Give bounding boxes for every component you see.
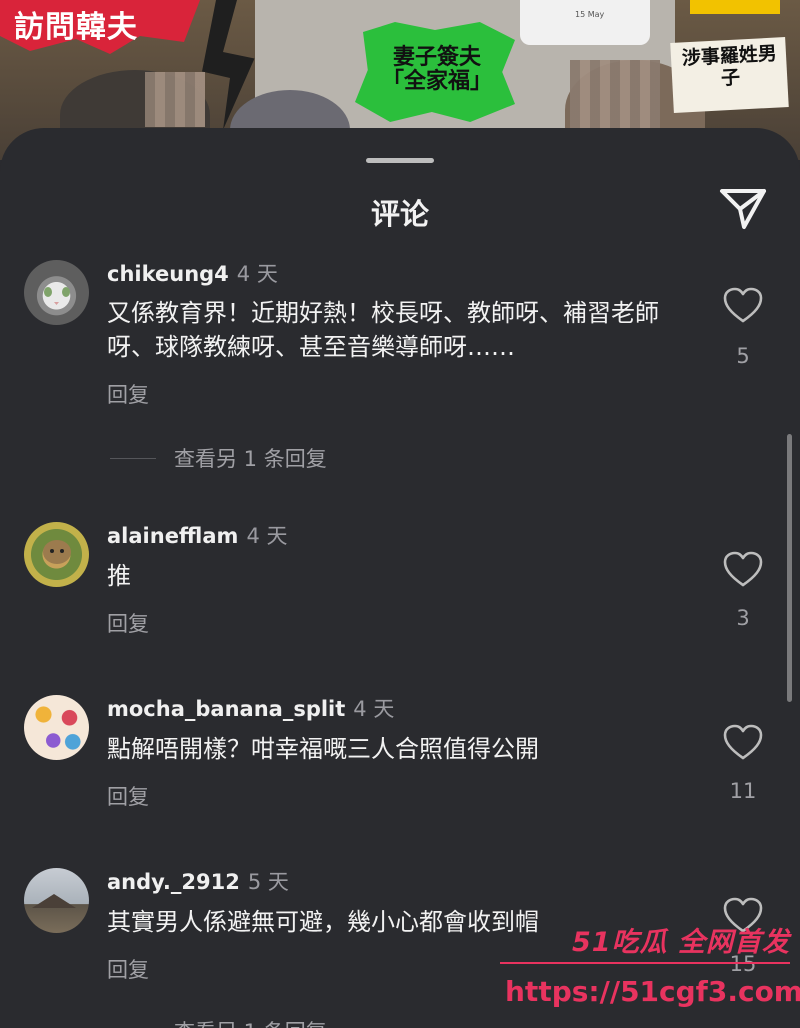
username[interactable]: alainefflam [107,524,238,548]
comment-time: 4 天 [236,262,278,286]
pixelated-face [145,72,205,127]
sheet-grabber[interactable] [366,158,434,163]
heart-icon[interactable] [722,723,764,763]
view-more-replies-label: 查看另 1 条回复 [174,1016,327,1028]
green-burst-text: 妻子簽夫「全家福」 [381,45,492,95]
watermark-line [500,962,790,964]
like-count: 3 [736,606,750,630]
comment-text: 又係教育界！近期好熱！校長呀、教師呀、補習老師呀、球隊教練呀、甚至音樂導師呀…… [107,299,659,361]
comment-meta: chikeung4 4 天 [107,260,278,288]
reply-button[interactable]: 回复 [107,608,149,638]
username[interactable]: mocha_banana_split [107,697,345,721]
view-more-replies[interactable]: 查看另 1 条回复 [110,443,327,473]
avatar[interactable] [24,868,89,933]
like-count: 11 [729,779,757,803]
scrollbar[interactable] [787,434,792,702]
comment-time: 5 天 [247,870,289,894]
comment-time: 4 天 [246,524,288,548]
red-poster-text: 訪問韓夫 [14,10,138,45]
watermark-brand: 51吃瓜 全网首发 [572,927,790,958]
phone-card-text: 15 May [575,10,605,19]
reply-button[interactable]: 回复 [107,781,149,811]
avatar[interactable] [24,695,89,760]
view-more-replies-label: 查看另 1 条回复 [174,447,327,471]
sheet-title: 评论 [370,197,429,231]
reply-button[interactable]: 回复 [107,954,149,984]
phone-card [520,0,650,45]
like-count: 5 [736,344,750,368]
avatar[interactable] [24,260,89,325]
pixelated-face [570,60,660,130]
comment-meta: alainefflam 4 天 [107,522,287,550]
comment-text: 推 [107,562,131,590]
comment-time: 4 天 [353,697,395,721]
watermark-url: https://51cgf3.com [505,975,800,1008]
username[interactable]: chikeung4 [107,262,229,286]
comment-text: 點解唔開樣？咁幸福嘅三人合照值得公開 [107,735,539,763]
comment-meta: andy._2912 5 天 [107,868,289,896]
avatar[interactable] [24,522,89,587]
comment-meta: mocha_banana_split 4 天 [107,695,394,723]
send-icon[interactable] [718,185,768,231]
heart-icon[interactable] [722,550,764,590]
divider-line [110,457,156,459]
reply-button[interactable]: 回复 [107,379,149,409]
paper-note-text: 涉事羅姓男子 [681,42,778,90]
yellow-tag [690,0,780,14]
heart-icon[interactable] [722,286,764,326]
view-more-replies[interactable]: 查看另 1 条回复 [110,1016,327,1028]
username[interactable]: andy._2912 [107,870,240,894]
